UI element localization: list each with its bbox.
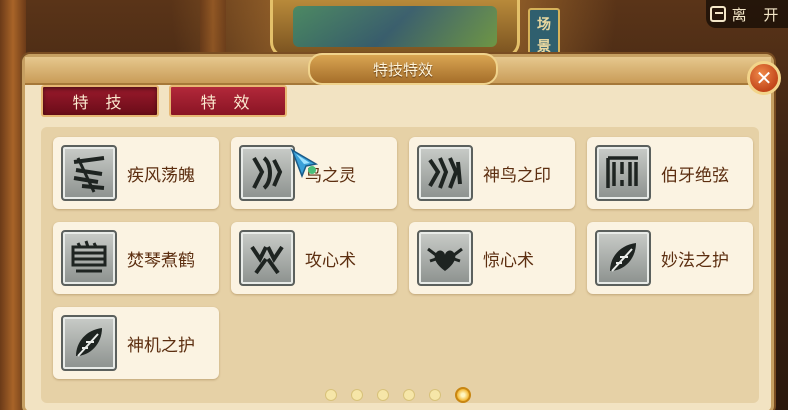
page-dot[interactable] — [351, 389, 363, 401]
twin-hearts-icon — [239, 230, 295, 286]
scene-banner — [270, 0, 520, 58]
page-indicator — [25, 387, 771, 403]
tab-special-effects[interactable]: 特 效 — [169, 85, 287, 117]
skill-card-gongxinshu[interactable]: 攻心术 — [231, 222, 397, 294]
skill-card-fenqinzhuhe[interactable]: 焚琴煮鹤 — [53, 222, 219, 294]
pointer-gem-icon — [290, 148, 319, 178]
tab-special-skills[interactable]: 特 技 — [41, 85, 159, 117]
skill-effects-panel: 特技特效 ✕ 特 技 特 效 疾风荡魄 鸟之灵 神鸟之印 伯牙绝弦 焚琴煮鹤 攻… — [22, 53, 781, 410]
leave-label: 离 开 — [731, 5, 785, 24]
feather-shield-icon — [61, 315, 117, 371]
page-dot-active[interactable] — [455, 387, 471, 403]
leave-button[interactable]: 离 开 — [706, 0, 788, 28]
tab-bar: 特 技 特 效 — [41, 85, 287, 117]
skill-name: 伯牙绝弦 — [661, 165, 729, 186]
skill-grid-area: 疾风荡魄 鸟之灵 神鸟之印 伯牙绝弦 焚琴煮鹤 攻心术 惊心术 妙法之护 神机之… — [41, 127, 759, 403]
wind-slash-icon — [61, 145, 117, 201]
bird-spirit-icon — [239, 145, 295, 201]
skill-name: 神机之护 — [127, 335, 195, 356]
page-dot[interactable] — [325, 389, 337, 401]
divine-bird-seal-icon — [417, 145, 473, 201]
feather-shield-icon — [595, 230, 651, 286]
skill-name: 焚琴煮鹤 — [127, 250, 195, 271]
skill-card-shenjizhihu[interactable]: 神机之护 — [53, 307, 219, 379]
skill-card-jingxinshu[interactable]: 惊心术 — [409, 222, 575, 294]
skill-grid: 疾风荡魄 鸟之灵 神鸟之印 伯牙绝弦 焚琴煮鹤 攻心术 惊心术 妙法之护 神机之… — [53, 137, 753, 379]
skill-name: 惊心术 — [483, 250, 534, 271]
close-button[interactable]: ✕ — [747, 61, 781, 95]
broken-strings-icon — [595, 145, 651, 201]
skill-card-shenniaozhiyin[interactable]: 神鸟之印 — [409, 137, 575, 209]
skill-name: 攻心术 — [305, 250, 356, 271]
skill-card-miaofazhihu[interactable]: 妙法之护 — [587, 222, 753, 294]
page-dot[interactable] — [429, 389, 441, 401]
exit-icon — [709, 6, 726, 22]
page-dot[interactable] — [403, 389, 415, 401]
panel-title: 特技特效 — [308, 53, 498, 85]
skill-card-boyajuexian[interactable]: 伯牙绝弦 — [587, 137, 753, 209]
winged-heart-icon — [417, 230, 473, 286]
skill-name: 神鸟之印 — [483, 165, 551, 186]
close-x-icon: ✕ — [755, 66, 773, 90]
skill-name: 疾风荡魄 — [127, 165, 195, 186]
skill-name: 妙法之护 — [661, 250, 729, 271]
page-dot[interactable] — [377, 389, 389, 401]
skill-card-jifengdangpo[interactable]: 疾风荡魄 — [53, 137, 219, 209]
banner-painting — [293, 6, 497, 47]
zither-icon — [61, 230, 117, 286]
